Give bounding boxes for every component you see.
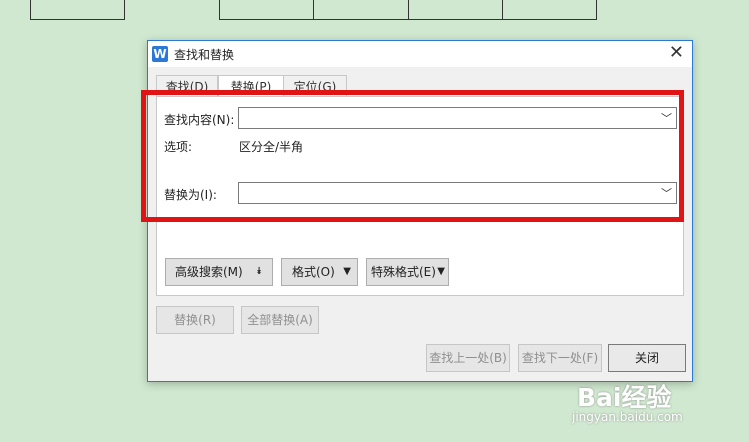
find-previous-button[interactable]: 查找上一处(B): [426, 344, 510, 372]
app-logo-icon: W: [152, 46, 168, 62]
sheet-cell: [313, 0, 409, 20]
sheet-cell: [30, 0, 125, 20]
double-chevron-down-icon: ⯯: [256, 266, 262, 277]
replace-all-button[interactable]: 全部替换(A): [241, 306, 319, 334]
find-next-button[interactable]: 查找下一处(F): [518, 344, 602, 372]
special-format-label: 特殊格式(E): [371, 265, 436, 279]
advanced-search-button[interactable]: 高级搜索(M) ⯯: [165, 258, 273, 286]
format-button[interactable]: 格式(O) ▼: [281, 258, 358, 286]
format-label: 格式(O): [292, 265, 335, 279]
dialog-title: 查找和替换: [174, 48, 235, 62]
title-bar[interactable]: W 查找和替换 ✕: [148, 41, 692, 67]
sheet-cell: [219, 0, 314, 20]
replace-button[interactable]: 替换(R): [156, 306, 234, 334]
watermark-url: jingyan.baidu.com: [572, 410, 683, 424]
close-button[interactable]: 关闭: [608, 344, 686, 372]
annotation-highlight-box: [141, 90, 684, 222]
sheet-cell: [502, 0, 597, 20]
sheet-cell: [408, 0, 503, 20]
close-icon[interactable]: ✕: [669, 42, 684, 63]
advanced-search-label: 高级搜索(M): [175, 265, 243, 279]
caret-down-icon: ▼: [343, 266, 351, 277]
caret-down-icon: ▼: [437, 266, 445, 277]
special-format-button[interactable]: 特殊格式(E) ▼: [366, 258, 449, 286]
baidu-jingyan-watermark: Bai经验: [577, 383, 672, 412]
